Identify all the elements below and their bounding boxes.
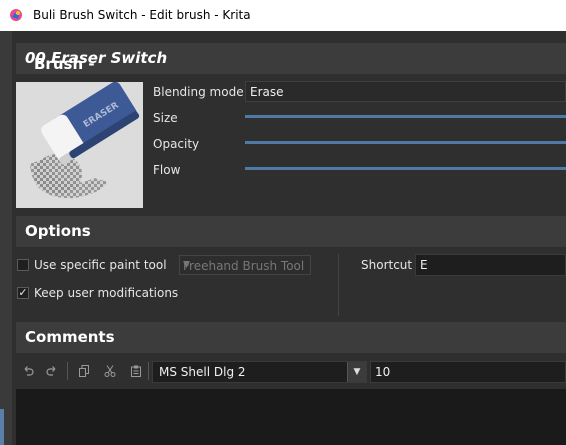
font-size-value: 10	[375, 365, 391, 379]
use-specific-tool-checkbox[interactable]	[17, 259, 29, 271]
keep-modifications-checkbox[interactable]: ✓	[17, 287, 29, 299]
title-bar: Buli Brush Switch - Edit brush - Krita	[0, 0, 566, 31]
blending-mode-label: Blending mode	[153, 85, 244, 99]
blending-mode-value: Erase	[250, 85, 284, 99]
shortcut-input[interactable]: E	[415, 254, 566, 276]
brush-header: Brush - 00 Eraser Switch	[16, 43, 566, 74]
font-family-value: MS Shell Dlg 2	[159, 365, 246, 379]
copy-icon[interactable]	[78, 365, 90, 377]
chevron-down-icon[interactable]: ▼	[347, 362, 366, 382]
options-header: Options	[16, 216, 566, 247]
eraser-preview-icon: ERASER	[16, 82, 143, 208]
brush-preview-image[interactable]: ERASER	[16, 82, 143, 208]
undo-icon[interactable]	[22, 365, 34, 377]
cut-icon[interactable]	[104, 365, 116, 377]
comments-header: Comments	[16, 322, 566, 353]
check-icon: ✓	[18, 286, 28, 299]
krita-logo-icon	[10, 9, 22, 21]
use-specific-tool-label[interactable]: Use specific paint tool	[34, 258, 167, 272]
font-size-input[interactable]: 10	[370, 361, 566, 383]
brush-header-prefix: Brush -	[34, 55, 95, 73]
window-title: Buli Brush Switch - Edit brush - Krita	[33, 8, 251, 22]
options-divider	[338, 254, 339, 316]
flow-slider[interactable]	[245, 167, 566, 170]
chevron-down-icon: ▼	[183, 260, 190, 270]
opacity-slider[interactable]	[245, 141, 566, 144]
opacity-label: Opacity	[153, 137, 200, 151]
blending-mode-select[interactable]: Erase	[245, 81, 566, 102]
paint-tool-select[interactable]: Freehand Brush Tool ▼	[179, 255, 311, 275]
keep-modifications-label[interactable]: Keep user modifications	[34, 286, 178, 300]
flow-label: Flow	[153, 163, 181, 177]
size-label: Size	[153, 111, 178, 125]
paste-icon[interactable]	[130, 365, 142, 377]
comments-editor[interactable]	[16, 389, 566, 445]
shortcut-label: Shortcut	[361, 258, 413, 272]
background-canvas-strip	[0, 31, 12, 445]
font-family-select[interactable]: MS Shell Dlg 2 ▼	[152, 361, 367, 383]
redo-icon[interactable]	[46, 365, 58, 377]
shortcut-value: E	[420, 258, 428, 272]
size-slider[interactable]	[245, 115, 566, 118]
